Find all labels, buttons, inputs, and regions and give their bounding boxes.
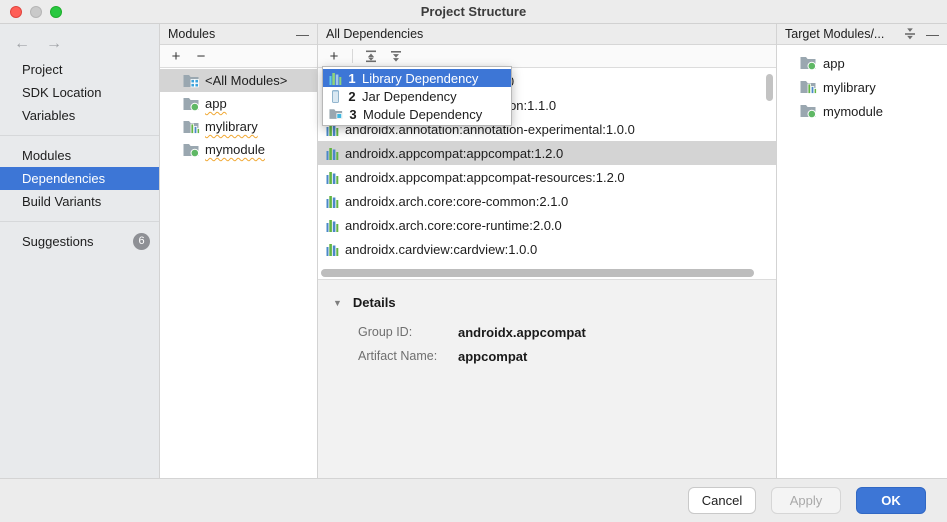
dialog-footer: Cancel Apply OK [0,478,947,522]
sidebar-item-modules[interactable]: Modules [0,144,159,167]
dependency-row[interactable]: androidx.arch.core:core-runtime:2.0.0 [318,213,776,237]
horizontal-scrollbar-track [318,268,776,279]
all-modules-folder-icon [183,74,200,88]
modules-panel-title: Modules [168,27,215,41]
dialog-title: Project Structure [421,4,526,19]
module-row-mymodule[interactable]: mymodule [160,138,317,161]
dependency-label: androidx.appcompat:appcompat:1.2.0 [345,146,563,161]
dependency-row[interactable]: androidx.arch.core:core-common:2.1.0 [318,189,776,213]
popup-shortcut: 1 [347,71,357,86]
library-icon [326,147,339,160]
library-icon [326,243,339,256]
sidebar-item-sdk-location[interactable]: SDK Location [0,81,159,104]
sidebar-item-dependencies[interactable]: Dependencies [0,167,159,190]
minimize-panel-icon[interactable]: — [926,28,939,41]
dependency-label: androidx.arch.core:core-common:2.1.0 [345,194,568,209]
ok-button[interactable]: OK [856,487,926,514]
sidebar-item-build-variants[interactable]: Build Variants [0,190,159,213]
app-module-icon [800,56,817,70]
target-module-mylibrary[interactable]: mylibrary [777,75,947,99]
popup-item-jar-dependency[interactable]: 2 Jar Dependency [323,87,511,105]
module-label: mylibrary [205,119,258,134]
module-label: app [205,96,227,111]
library-icon [326,171,339,184]
app-module-icon [183,97,200,111]
sidebar-item-variables[interactable]: Variables [0,104,159,127]
back-arrow-icon[interactable]: ← [14,35,30,53]
module-icon [800,104,817,118]
library-icon [326,195,339,208]
apply-button[interactable]: Apply [771,487,841,514]
library-module-icon [800,80,817,94]
artifact-name-value: appcompat [458,349,776,364]
popup-item-module-dependency[interactable]: 3 Module Dependency [323,105,511,123]
module-row-app[interactable]: app [160,92,317,115]
toolbar-separator [352,49,353,63]
forward-arrow-icon[interactable]: → [46,35,62,53]
dependency-row[interactable]: androidx.appcompat:appcompat-resources:1… [318,165,776,189]
module-row-mylibrary[interactable]: mylibrary [160,115,317,138]
details-collapse-icon[interactable]: ▼ [333,298,342,308]
target-module-mymodule[interactable]: mymodule [777,99,947,123]
artifact-name-label: Artifact Name: [358,349,458,364]
sidebar-divider [0,221,159,222]
collapse-all-icon[interactable] [903,27,917,41]
dependencies-panel-title: All Dependencies [326,27,423,41]
modules-panel: Modules — + − <All Modules> [160,24,318,478]
details-section: ▼ Details Group ID: androidx.appcompat A… [318,279,776,478]
add-dependency-button[interactable]: + [327,49,341,64]
module-icon [183,143,200,157]
target-module-label: app [823,56,845,71]
sidebar-item-suggestions[interactable]: Suggestions 6 [0,230,159,253]
title-bar: Project Structure [0,0,947,24]
collapse-all-icon[interactable] [389,49,403,63]
group-id-value: androidx.appcompat [458,325,776,340]
dependency-row[interactable]: androidx.cardview:cardview:1.0.0 [318,237,776,261]
dependency-row-selected[interactable]: androidx.appcompat:appcompat:1.2.0 [318,141,776,165]
jar-icon [329,90,342,103]
sidebar-item-label: Suggestions [22,234,94,249]
target-modules-panel: Target Modules/... — app [777,24,947,478]
library-module-icon [183,120,200,134]
popup-label: Jar Dependency [362,89,457,104]
dependency-label: androidx.cardview:cardview:1.0.0 [345,242,537,257]
popup-label: Module Dependency [363,107,482,122]
zoom-window-button[interactable] [50,6,62,18]
horizontal-scrollbar[interactable] [321,269,754,277]
module-label: mymodule [205,142,265,157]
suggestions-count-badge: 6 [133,233,150,250]
group-id-label: Group ID: [358,325,458,340]
settings-sidebar: ← → Project SDK Location Variables Modul… [0,24,160,478]
add-dependency-popup: 1 Library Dependency 2 Jar Dependency 3 … [322,66,512,126]
module-label: <All Modules> [205,73,287,88]
window-controls [10,0,62,24]
remove-module-button[interactable]: − [194,49,208,64]
close-window-button[interactable] [10,6,22,18]
dependencies-panel: All Dependencies + a [318,24,777,478]
modules-tree: <All Modules> app mylibrar [160,68,317,161]
vertical-scrollbar[interactable] [766,74,773,101]
target-module-label: mylibrary [823,80,876,95]
library-icon [326,219,339,232]
dependency-label: androidx.arch.core:core-runtime:2.0.0 [345,218,562,233]
module-folder-icon [329,108,343,120]
target-modules-title: Target Modules/... [785,27,884,41]
details-title: Details [353,295,396,310]
library-icon [329,72,342,85]
target-module-label: mymodule [823,104,883,119]
add-module-button[interactable]: + [169,49,183,64]
sidebar-divider [0,135,159,136]
expand-all-icon[interactable] [364,49,378,63]
cancel-button[interactable]: Cancel [688,487,756,514]
dependency-label: androidx.appcompat:appcompat-resources:1… [345,170,625,185]
minimize-panel-icon[interactable]: — [296,28,309,41]
target-module-app[interactable]: app [777,51,947,75]
popup-label: Library Dependency [362,71,478,86]
popup-shortcut: 2 [347,89,357,104]
popup-shortcut: 3 [348,107,358,122]
sidebar-item-project[interactable]: Project [0,58,159,81]
module-row-all-modules[interactable]: <All Modules> [160,69,317,92]
popup-item-library-dependency[interactable]: 1 Library Dependency [323,69,511,87]
minimize-window-button [30,6,42,18]
